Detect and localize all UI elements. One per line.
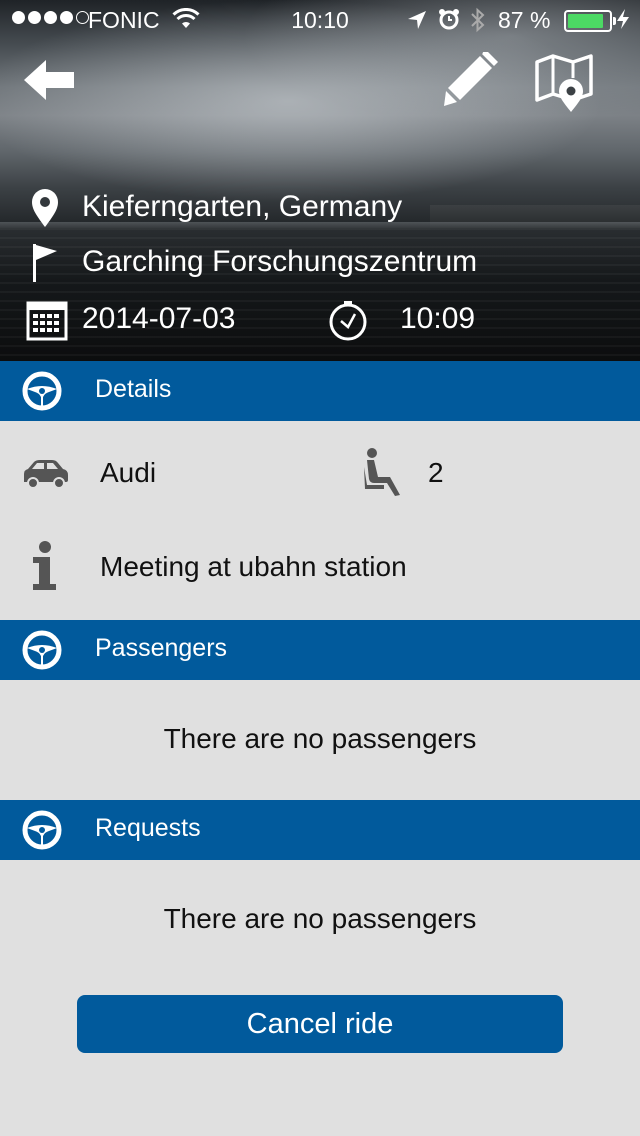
destination: Garching Forschungszentrum bbox=[82, 245, 478, 278]
steering-wheel-icon bbox=[21, 370, 63, 419]
bluetooth-icon bbox=[470, 7, 486, 39]
seat-count: 2 bbox=[428, 457, 444, 488]
steering-wheel-icon bbox=[21, 629, 63, 678]
info-icon bbox=[30, 540, 60, 597]
carrier-name: FONIC bbox=[88, 7, 160, 33]
steering-wheel-icon bbox=[21, 809, 63, 858]
clock-icon bbox=[327, 300, 369, 347]
calendar-icon bbox=[26, 299, 68, 346]
status-time: 10:10 bbox=[291, 7, 349, 33]
battery-icon bbox=[564, 10, 616, 32]
battery-percent: 87 % bbox=[498, 7, 551, 33]
section-title: Requests bbox=[95, 814, 201, 842]
location-arrow-icon bbox=[407, 9, 427, 36]
wifi-icon bbox=[172, 7, 200, 36]
alarm-clock-icon bbox=[438, 8, 460, 36]
passengers-empty-text: There are no passengers bbox=[163, 723, 477, 754]
cancel-ride-button[interactable]: Cancel ride bbox=[77, 995, 563, 1053]
car-icon bbox=[20, 458, 70, 495]
ride-header: FONIC 10:10 87 % Kieferngarten, Germany … bbox=[0, 0, 640, 361]
location-pin-icon bbox=[30, 188, 60, 233]
requests-empty-text: There are no passengers bbox=[163, 903, 477, 934]
status-bar: FONIC 10:10 87 % bbox=[0, 0, 640, 40]
seat-icon bbox=[362, 447, 404, 502]
signal-strength-icon bbox=[12, 11, 89, 24]
section-title: Details bbox=[95, 375, 172, 403]
details-section-header: Details bbox=[0, 361, 640, 421]
destination-flag-icon bbox=[31, 242, 61, 289]
passengers-section-header: Passengers bbox=[0, 620, 640, 680]
requests-section-header: Requests bbox=[0, 800, 640, 860]
edit-button[interactable] bbox=[440, 47, 500, 108]
start-location: Kieferngarten, Germany bbox=[82, 190, 403, 223]
charging-bolt-icon bbox=[616, 8, 630, 36]
ride-time: 10:09 bbox=[400, 302, 476, 335]
back-button[interactable] bbox=[20, 56, 80, 106]
map-pin-icon bbox=[533, 54, 595, 118]
ride-date: 2014-07-03 bbox=[82, 302, 236, 335]
pencil-icon bbox=[440, 47, 498, 112]
arrow-left-icon bbox=[20, 60, 78, 108]
car-model: Audi bbox=[100, 457, 157, 488]
map-button[interactable] bbox=[533, 52, 597, 114]
meeting-point: Meeting at ubahn station bbox=[100, 551, 407, 582]
section-title: Passengers bbox=[95, 634, 228, 662]
